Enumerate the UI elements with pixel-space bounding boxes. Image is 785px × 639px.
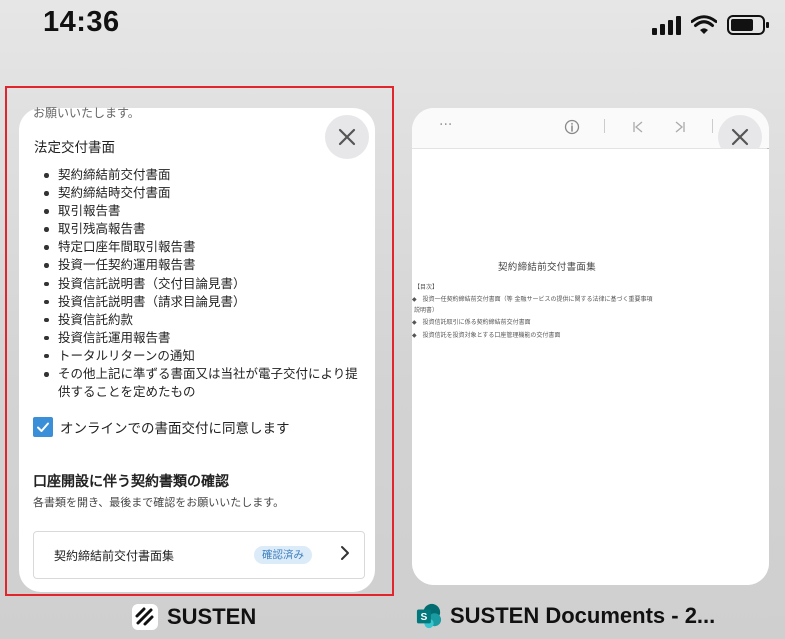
toolbar-divider — [712, 119, 713, 133]
app-label-susten: SUSTEN — [131, 603, 256, 631]
wifi-icon — [691, 15, 717, 34]
battery-icon — [727, 15, 769, 35]
svg-text:S: S — [420, 612, 427, 623]
document-title: 契約締結前交付書面集 — [498, 262, 597, 273]
first-page-icon[interactable] — [632, 121, 644, 133]
susten-logo-icon — [132, 604, 158, 630]
document-line: 説明書） — [414, 307, 439, 314]
selection-highlight — [5, 86, 394, 596]
pdf-toolbar: ··· — [412, 108, 769, 149]
app-card-documents[interactable]: ··· 契約締結前交付書面集 【目次】 ◆ 投資一任契約締結前交付書面（等 金融… — [412, 108, 769, 585]
document-line: ◆ 投資信託取引に係る契約締結前交付書面 — [412, 319, 531, 326]
pdf-page: 契約締結前交付書面集 【目次】 ◆ 投資一任契約締結前交付書面（等 金融サービス… — [412, 149, 769, 585]
status-icons — [652, 12, 771, 38]
document-line: 【目次】 — [414, 284, 439, 291]
status-time: 14:36 — [43, 6, 120, 38]
more-options-button[interactable]: ··· — [439, 117, 452, 133]
document-line: ◆ 投資一任契約締結前交付書面（等 金融サービスの提供に関する法律に基づく重要事… — [412, 296, 653, 303]
last-page-icon[interactable] — [674, 121, 686, 133]
close-icon — [731, 128, 749, 146]
app-name: SUSTEN Documents - 2... — [450, 603, 716, 628]
toolbar-divider — [604, 119, 605, 133]
document-line: ◆ 投資信託を投資対象とする口座管理機能の交付書面 — [412, 332, 561, 339]
app-name: SUSTEN — [167, 604, 257, 629]
sharepoint-icon: S — [416, 603, 442, 629]
info-icon[interactable] — [564, 119, 580, 135]
cellular-signal-icon — [652, 15, 681, 35]
app-label-documents: S SUSTEN Documents - 2... — [416, 603, 715, 629]
